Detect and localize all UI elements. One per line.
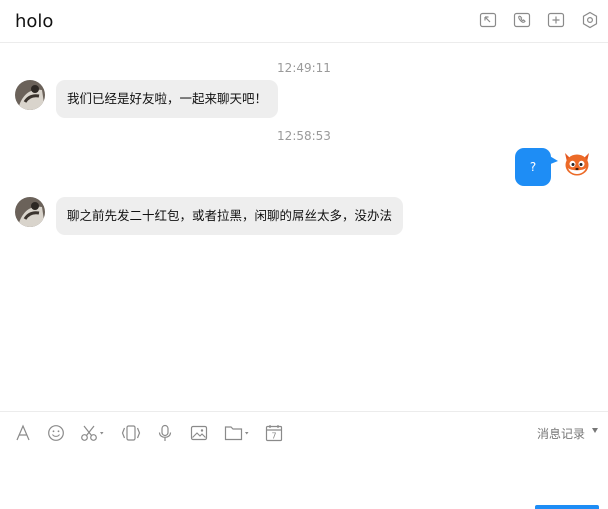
image-icon[interactable] [190,424,208,444]
chevron-down-icon[interactable] [592,428,598,433]
message-timestamp: 12:49:11 [277,61,331,75]
settings-icon[interactable] [581,11,599,29]
message-history-link[interactable]: 消息记录 [537,425,585,442]
add-icon[interactable] [547,11,565,29]
message-timestamp: 12:58:53 [277,129,331,143]
message-bubble-incoming[interactable]: 我们已经是好友啦，一起来聊天吧！ [56,80,279,118]
bubble-tail [548,155,558,165]
emoji-icon[interactable] [47,424,65,444]
user-photo-avatar[interactable] [15,80,45,110]
user-photo-avatar[interactable] [15,197,45,227]
send-button[interactable] [535,505,599,509]
scissors-icon[interactable] [80,424,107,444]
fox-avatar[interactable] [562,149,592,179]
font-icon[interactable] [15,424,31,444]
calendar-day: 7 [271,432,276,441]
chat-title: holo [15,11,54,32]
microphone-icon[interactable] [157,424,173,444]
calendar-icon[interactable]: 7 [265,424,283,444]
shake-icon[interactable] [121,424,141,444]
exit-fullscreen-icon[interactable] [479,11,497,29]
phone-icon[interactable] [513,11,531,29]
message-bubble-outgoing[interactable]: ? [515,148,551,186]
chat-header: holo [0,0,608,43]
folder-icon[interactable] [224,424,252,444]
message-bubble-incoming[interactable]: 聊之前先发二十红包，或者拉黑，闲聊的屌丝太多，没办法 [56,197,404,235]
